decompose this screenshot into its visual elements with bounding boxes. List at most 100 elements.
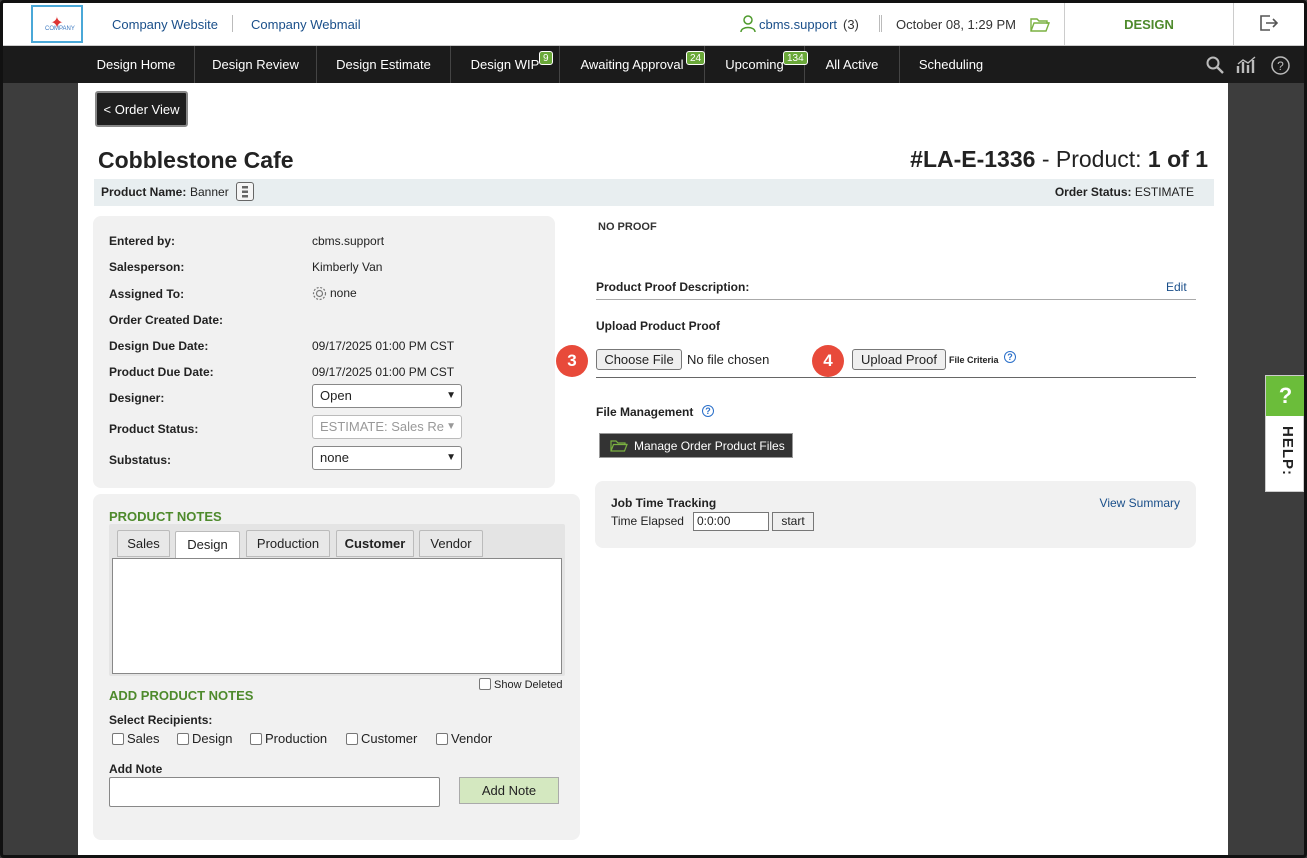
gear-icon[interactable] — [312, 286, 327, 301]
divider — [596, 299, 1196, 300]
order-product-heading: #LA-E-1336 - Product: 1 of 1 — [910, 146, 1208, 173]
product-status-select: ESTIMATE: Sales Re ▼ — [312, 415, 462, 439]
search-icon[interactable] — [1206, 56, 1224, 74]
checkbox-icon[interactable] — [177, 733, 189, 745]
substatus-select[interactable]: none ▼ — [312, 446, 462, 470]
add-note-button[interactable]: Add Note — [459, 777, 559, 804]
chevron-down-icon: ▼ — [446, 421, 456, 432]
nav-scheduling[interactable]: Scheduling — [900, 46, 1002, 83]
tab-vendor[interactable]: Vendor — [419, 530, 483, 557]
recipient-customer[interactable]: Customer — [346, 731, 417, 746]
nav-design-estimate[interactable]: Design Estimate — [317, 46, 451, 83]
folder-icon[interactable] — [1030, 16, 1050, 32]
chevron-down-icon: ▼ — [446, 390, 456, 401]
edit-description-link[interactable]: Edit — [1166, 280, 1187, 294]
upload-proof-label: Upload Product Proof — [596, 319, 720, 333]
help-side-tab[interactable]: ? HELP: — [1265, 375, 1304, 492]
assigned-to-label: Assigned To: — [109, 287, 185, 301]
start-timer-button[interactable]: start — [772, 512, 814, 531]
product-count: 1 of 1 — [1147, 146, 1208, 172]
checkbox-icon[interactable] — [346, 733, 358, 745]
order-view-back-button[interactable]: < Order View — [95, 91, 188, 127]
divider — [596, 377, 1196, 378]
divider — [879, 15, 882, 32]
product-info-panel: Entered by: cbms.support Salesperson: Ki… — [93, 216, 555, 488]
nav-design-wip[interactable]: Design WIP 9 — [451, 46, 560, 83]
company-webmail-link[interactable]: Company Webmail — [251, 17, 361, 32]
tab-sales[interactable]: Sales — [117, 530, 170, 557]
file-criteria-help-icon[interactable]: ? — [1004, 351, 1016, 363]
recipient-vendor[interactable]: Vendor — [436, 731, 492, 746]
step-marker-4: 4 — [812, 345, 844, 377]
design-due-value: 09/17/2025 01:00 PM CST — [312, 339, 455, 353]
checkbox-icon[interactable] — [436, 733, 448, 745]
recipient-label: Design — [192, 731, 233, 746]
designer-select-value: Open — [320, 388, 352, 403]
section-design-label[interactable]: DESIGN — [1064, 3, 1234, 46]
recipient-sales[interactable]: Sales — [112, 731, 160, 746]
entered-by-value: cbms.support — [312, 234, 385, 248]
main-nav: Design Home Design Review Design Estimat… — [3, 46, 1304, 83]
user-count: (3) — [843, 17, 859, 32]
svg-text:?: ? — [1277, 59, 1284, 73]
chevron-down-icon: ▼ — [446, 452, 456, 463]
top-header: ✦ COMPANY Company Website Company Webmai… — [3, 3, 1304, 46]
substatus-label: Substatus: — [109, 453, 172, 467]
help-label: HELP: — [1279, 426, 1296, 476]
show-deleted-checkbox[interactable]: Show Deleted — [479, 678, 563, 691]
company-title: Cobblestone Cafe — [98, 147, 294, 173]
checkbox-icon[interactable] — [250, 733, 262, 745]
product-status-value: ESTIMATE: Sales Re — [320, 419, 445, 434]
checkbox-icon[interactable] — [479, 678, 491, 690]
order-created-label: Order Created Date: — [109, 313, 224, 327]
recipient-design[interactable]: Design — [177, 731, 232, 746]
select-recipients-label: Select Recipients: — [109, 713, 213, 727]
checkbox-icon[interactable] — [112, 733, 124, 745]
nav-design-home[interactable]: Design Home — [78, 46, 195, 83]
assigned-to-value: none — [330, 286, 357, 300]
nav-all-active[interactable]: All Active — [805, 46, 900, 83]
upload-proof-button[interactable]: Upload Proof — [852, 349, 946, 370]
step-marker-3: 3 — [556, 345, 588, 377]
tab-customer[interactable]: Customer — [336, 530, 414, 557]
product-details-icon[interactable] — [236, 182, 254, 201]
file-criteria-label: File Criteria — [949, 355, 999, 365]
nav-design-review[interactable]: Design Review — [195, 46, 317, 83]
user-name-link[interactable]: cbms.support — [759, 17, 837, 32]
analytics-icon[interactable] — [1236, 56, 1258, 74]
product-due-value: 09/17/2025 01:00 PM CST — [312, 365, 455, 379]
add-note-textarea[interactable] — [109, 777, 440, 807]
app-window: ✦ COMPANY Company Website Company Webmai… — [0, 0, 1307, 858]
company-logo[interactable]: ✦ COMPANY — [31, 5, 83, 43]
designer-select[interactable]: Open ▼ — [312, 384, 462, 408]
order-status: Order Status: ESTIMATE — [1055, 185, 1194, 199]
company-website-link[interactable]: Company Website — [112, 17, 218, 32]
view-summary-link[interactable]: View Summary — [1100, 496, 1180, 510]
help-circle-icon[interactable]: ? — [1271, 56, 1290, 75]
notes-display-area[interactable] — [112, 558, 562, 674]
proof-description-label: Product Proof Description: — [596, 280, 750, 294]
time-elapsed-label: Time Elapsed — [611, 514, 684, 528]
logout-icon[interactable] — [1258, 13, 1280, 33]
file-management-help-icon[interactable]: ? — [702, 405, 714, 417]
recipient-label: Production — [265, 731, 328, 746]
product-notes-panel: PRODUCT NOTES Sales Design Production Cu… — [93, 494, 580, 840]
salesperson-label: Salesperson: — [109, 260, 185, 274]
file-management-label: File Management — [596, 405, 694, 419]
user-icon — [740, 15, 756, 33]
no-proof-label: NO PROOF — [598, 221, 657, 233]
product-info-bar: Product Name: Banner Order Status: ESTIM… — [94, 179, 1214, 206]
divider — [232, 15, 233, 32]
choose-file-button[interactable]: Choose File — [596, 349, 682, 370]
nav-upcoming[interactable]: Upcoming 134 — [705, 46, 808, 83]
order-status-value: ESTIMATE — [1134, 185, 1194, 199]
current-datetime: October 08, 1:29 PM — [896, 17, 1016, 32]
tab-production[interactable]: Production — [246, 530, 330, 557]
tab-design[interactable]: Design — [175, 531, 240, 559]
recipient-production[interactable]: Production — [250, 731, 327, 746]
nav-awaiting-approval[interactable]: Awaiting Approval 24 — [560, 46, 706, 83]
no-file-chosen-text: No file chosen — [687, 352, 770, 367]
time-elapsed-input[interactable]: 0:0:00 — [693, 512, 769, 531]
recipient-label: Sales — [127, 731, 160, 746]
manage-order-product-files-button[interactable]: Manage Order Product Files — [599, 433, 793, 458]
